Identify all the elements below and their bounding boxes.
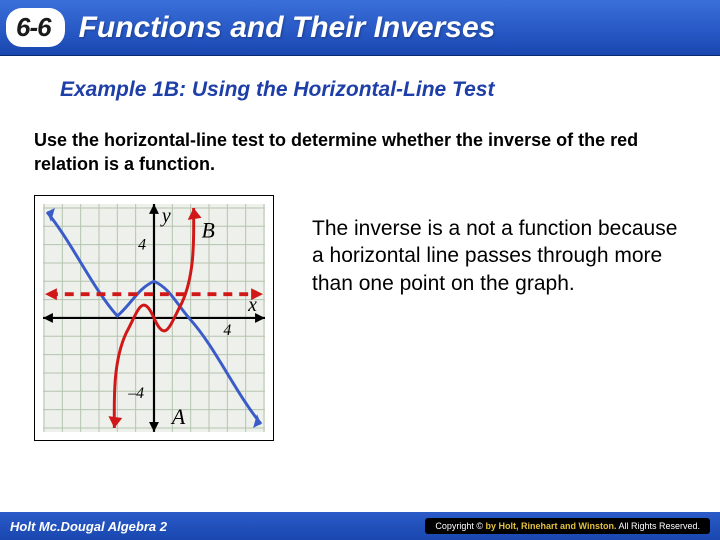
copyright-brand: by Holt, Rinehart and Winston. <box>486 521 617 531</box>
graph-figure: 4 4 –4 y x B A <box>34 195 274 441</box>
book-title: Holt Mc.Dougal Algebra 2 <box>10 519 167 534</box>
tick-y-4: 4 <box>138 236 146 253</box>
copyright-suffix: All Rights Reserved. <box>616 521 700 531</box>
instruction-text: Use the horizontal-line test to determin… <box>34 128 672 177</box>
example-heading: Example 1B: Using the Horizontal-Line Te… <box>60 78 720 102</box>
explanation-text: The inverse is a not a function because … <box>302 195 690 441</box>
copyright-badge: Copyright © by Holt, Rinehart and Winsto… <box>425 518 710 534</box>
y-axis-label: y <box>160 204 171 226</box>
page-title: Functions and Their Inverses <box>79 11 496 45</box>
curve-a-label: A <box>170 405 186 429</box>
section-badge: 6-6 <box>6 8 65 47</box>
tick-x-4: 4 <box>223 321 231 338</box>
graph-svg: 4 4 –4 y x B A <box>43 204 265 432</box>
footer-bar: Holt Mc.Dougal Algebra 2 Copyright © by … <box>0 512 720 540</box>
header-bar: 6-6 Functions and Their Inverses <box>0 0 720 56</box>
tick-y-neg4: –4 <box>127 385 144 402</box>
curve-b-label: B <box>202 218 215 242</box>
content-row: 4 4 –4 y x B A The inverse is a not a fu… <box>34 195 690 441</box>
copyright-prefix: Copyright © <box>435 521 485 531</box>
